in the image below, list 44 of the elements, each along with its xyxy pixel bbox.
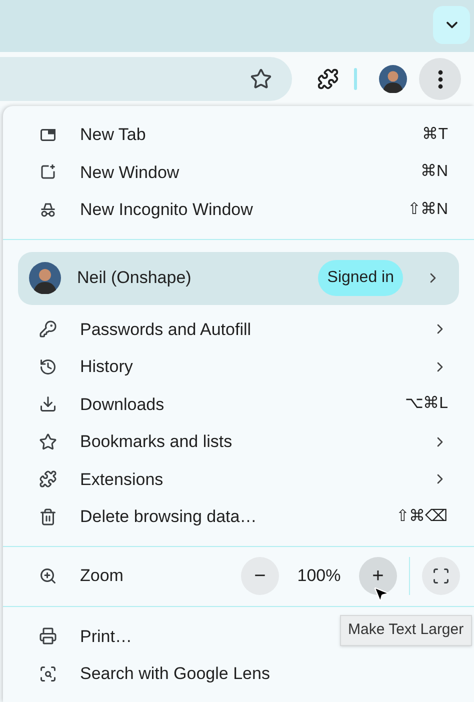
tab-search-button[interactable] [433, 6, 470, 44]
menu-item[interactable]: New Incognito Window ⇧⌘N [3, 191, 474, 228]
menu-item[interactable]: Downloads ⌥⌘L [3, 386, 474, 423]
shortcut-text: ⇧⌘N [407, 200, 448, 220]
menu-item[interactable]: Extensions [3, 460, 474, 498]
history-icon [39, 358, 57, 376]
profile-name: Neil (Onshape) [77, 267, 192, 290]
zoom-in-button[interactable]: + [359, 557, 397, 595]
menu-item[interactable]: New Tab ⌘T [3, 116, 474, 154]
menu-item[interactable]: History [3, 348, 474, 386]
star-icon [39, 432, 57, 451]
zoom-out-button[interactable]: − [241, 557, 279, 595]
tooltip: Make Text Larger [340, 615, 472, 646]
puzzle-icon [39, 470, 57, 488]
shortcut-text: ⌥⌘L [405, 394, 448, 414]
zoom-value: 100% [296, 565, 342, 588]
menu-item[interactable]: Print… [3, 618, 140, 655]
lens-icon [39, 664, 57, 683]
more-icon [438, 70, 442, 88]
menu-item[interactable]: New Window ⌘N [3, 154, 474, 191]
fullscreen-button[interactable] [422, 557, 460, 595]
extensions-icon[interactable] [317, 68, 339, 90]
shortcut-text: ⌘N [420, 162, 448, 182]
profile-item[interactable]: Neil (Onshape) Signed in [18, 252, 459, 304]
avatar-icon [29, 262, 61, 294]
menu-item[interactable]: Passwords and Autofill [3, 310, 474, 348]
zoom-label: Zoom [80, 565, 124, 588]
fullscreen-icon [432, 567, 450, 585]
menu-item[interactable]: Search with Google Lens [3, 655, 278, 692]
signed-in-badge: Signed in [318, 260, 403, 296]
incognito-icon [39, 200, 57, 219]
zoom-icon [39, 567, 57, 585]
printer-icon [39, 627, 57, 646]
key-icon [39, 320, 57, 338]
menu-button[interactable] [419, 58, 461, 100]
avatar-icon [379, 65, 407, 93]
shortcut-text: ⇧⌘⌫ [396, 506, 448, 527]
menu-item[interactable]: Delete browsing data… ⇧⌘⌫ [3, 498, 474, 536]
shortcut-text: ⌘T [422, 124, 448, 145]
bookmark-star-icon[interactable] [250, 68, 272, 90]
menu-item[interactable]: Bookmarks and lists [3, 423, 474, 460]
download-icon [39, 395, 57, 414]
window-plus-icon [39, 163, 57, 182]
trash-icon [39, 508, 57, 526]
